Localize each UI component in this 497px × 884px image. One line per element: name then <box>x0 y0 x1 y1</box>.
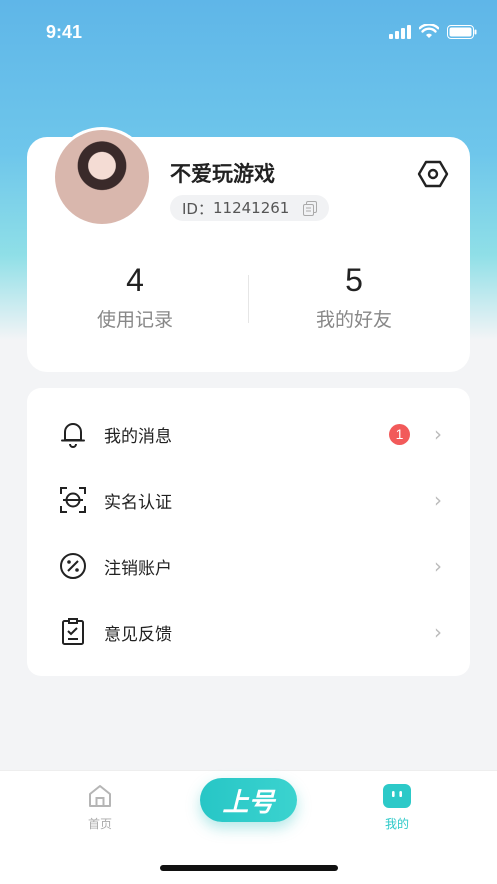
user-id-pill: ID： 11241261 <box>170 195 330 221</box>
stat-value: 4 <box>126 262 144 298</box>
percent-circle-icon <box>59 552 87 580</box>
stat-label: 我的好友 <box>315 309 392 331</box>
status-time: 9:41 <box>46 22 83 42</box>
tab-label: 我的 <box>384 817 409 831</box>
mine-icon <box>383 784 411 808</box>
tab-label: 首页 <box>87 817 112 831</box>
menu-label: 意见反馈 <box>104 624 172 645</box>
copy-icon[interactable] <box>303 200 318 216</box>
stat-usage-records[interactable]: 4 使用记录 <box>35 262 235 332</box>
center-action-button[interactable]: 上号 <box>200 778 297 822</box>
chevron-right-icon: › <box>434 620 442 644</box>
home-icon <box>89 785 111 807</box>
tab-home[interactable]: 首页 <box>60 783 140 832</box>
menu-item-my-messages[interactable]: 我的消息 1 › <box>27 401 470 467</box>
stat-label: 使用记录 <box>96 309 173 331</box>
signal-icon <box>389 24 411 39</box>
bell-icon <box>59 420 87 448</box>
avatar[interactable] <box>52 127 152 227</box>
chevron-right-icon: › <box>434 422 442 446</box>
settings-icon[interactable] <box>417 158 449 190</box>
user-id-value: 11241261 <box>212 199 290 217</box>
stat-my-friends[interactable]: 5 我的好友 <box>254 262 454 332</box>
face-scan-icon <box>59 486 87 514</box>
unread-badge: 1 <box>389 423 410 445</box>
stat-value: 5 <box>345 262 363 298</box>
menu-item-feedback[interactable]: 意见反馈 › <box>27 599 470 665</box>
avatar-image <box>55 130 149 224</box>
chevron-right-icon: › <box>434 554 442 578</box>
battery-icon <box>447 24 477 39</box>
home-indicator <box>160 865 338 871</box>
chevron-right-icon: › <box>434 488 442 512</box>
tab-mine[interactable]: 我的 <box>357 783 437 832</box>
status-bar: 9:41 <box>0 0 497 64</box>
menu-label: 我的消息 <box>104 426 172 447</box>
menu-label: 注销账户 <box>104 558 172 579</box>
clipboard-check-icon <box>59 618 87 646</box>
stat-divider <box>248 275 249 323</box>
wifi-icon <box>419 24 439 38</box>
user-id-prefix: ID： <box>182 199 213 218</box>
nickname: 不爱玩游戏 <box>170 162 275 186</box>
status-icons <box>389 24 477 39</box>
menu-item-cancel-account[interactable]: 注销账户 › <box>27 533 470 599</box>
menu-label: 实名认证 <box>104 492 172 513</box>
menu-item-real-name-verification[interactable]: 实名认证 › <box>27 467 470 533</box>
